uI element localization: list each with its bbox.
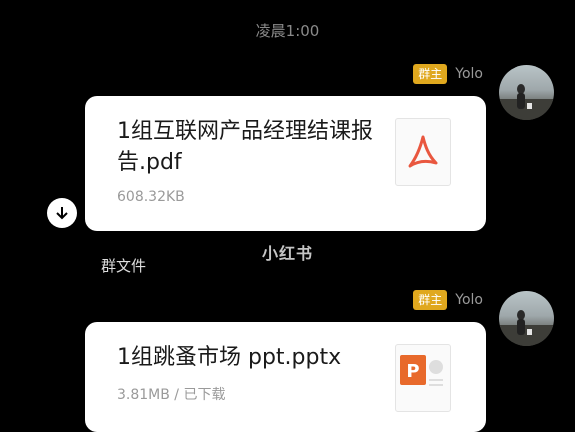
- owner-badge: 群主: [413, 64, 448, 84]
- sender-name: Yolo: [455, 66, 483, 82]
- avatar-photo-icon: [499, 84, 554, 120]
- file-card-pdf[interactable]: 1组互联网产品经理结课报告.pdf 608.32KB: [85, 96, 486, 231]
- file-size: 608.32KB: [117, 189, 185, 205]
- file-card-pptx[interactable]: 1组跳蚤市场 ppt.pptx 3.81MB / 已下载 P: [85, 322, 486, 432]
- sender-row: 群主 Yolo: [413, 290, 483, 310]
- avatar[interactable]: [499, 65, 554, 120]
- download-button[interactable]: [47, 198, 77, 228]
- pptx-file-icon: P: [395, 344, 451, 412]
- owner-badge: 群主: [413, 290, 448, 310]
- timestamp: 凌晨1:00: [255, 22, 320, 40]
- avatar-photo-icon: [499, 310, 554, 346]
- group-file-label: 群文件: [101, 257, 147, 275]
- avatar[interactable]: [499, 291, 554, 346]
- download-arrow-icon: [56, 207, 68, 220]
- watermark: 小红书: [262, 244, 314, 263]
- pdf-file-icon: [395, 118, 451, 186]
- file-name: 1组跳蚤市场 ppt.pptx: [117, 345, 342, 370]
- sender-row: 群主 Yolo: [413, 64, 483, 84]
- file-name: 1组互联网产品经理结课报告.pdf: [117, 119, 373, 175]
- file-size: 3.81MB / 已下载: [117, 387, 226, 403]
- svg-text:P: P: [406, 361, 419, 382]
- sender-name: Yolo: [455, 292, 483, 308]
